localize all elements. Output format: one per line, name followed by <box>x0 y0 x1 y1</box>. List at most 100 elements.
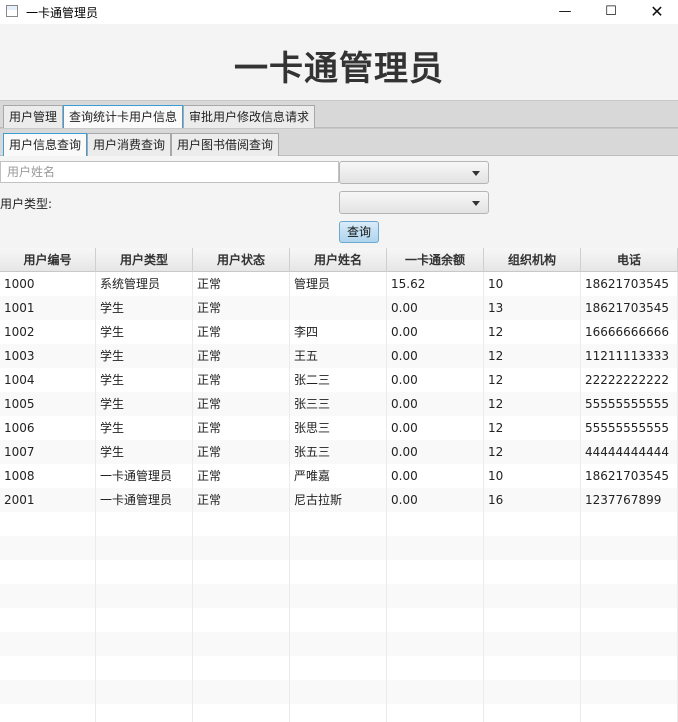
table-cell: 0.00 <box>387 488 484 512</box>
table-row[interactable]: 2001 一卡通管理员 正常 尼古拉斯 0.00 16 1237767899 <box>0 488 678 512</box>
table-row[interactable]: 1007 学生 正常 张五三 0.00 12 44444444444 <box>0 440 678 464</box>
table-cell <box>193 536 290 560</box>
table-cell <box>581 512 678 536</box>
table-cell: 1007 <box>0 440 96 464</box>
tab-query-statistics[interactable]: 查询统计卡用户信息 <box>63 105 184 128</box>
app-window-icon <box>6 5 18 17</box>
table-cell <box>387 656 484 680</box>
table-cell: 1008 <box>0 464 96 488</box>
table-cell: 正常 <box>193 320 290 344</box>
user-type-dropdown[interactable] <box>339 191 489 214</box>
table-cell <box>193 656 290 680</box>
chevron-down-icon <box>472 201 480 206</box>
page-title: 一卡通管理员 <box>234 49 444 89</box>
name-filter-dropdown[interactable] <box>339 161 489 184</box>
table-cell: 12 <box>484 392 581 416</box>
table-row[interactable]: 1006 学生 正常 张思三 0.00 12 55555555555 <box>0 416 678 440</box>
subtab-consumption-query[interactable]: 用户消费查询 <box>87 133 172 156</box>
table-cell: 1003 <box>0 344 96 368</box>
table-cell: 学生 <box>96 320 193 344</box>
table-cell <box>290 560 387 584</box>
table-cell: 0.00 <box>387 440 484 464</box>
table-cell: 严唯嘉 <box>290 464 387 488</box>
subtab-user-info-query[interactable]: 用户信息查询 <box>3 133 88 156</box>
table-cell: 学生 <box>96 344 193 368</box>
user-type-label: 用户类型: <box>0 197 53 211</box>
table-cell <box>0 704 96 722</box>
empty-table-row <box>0 584 678 608</box>
empty-table-row <box>0 536 678 560</box>
table-cell <box>96 680 193 704</box>
table-cell: 10 <box>484 464 581 488</box>
table-cell <box>0 512 96 536</box>
table-row[interactable]: 1003 学生 正常 王五 0.00 12 11211113333 <box>0 344 678 368</box>
table-cell <box>290 656 387 680</box>
table-cell <box>484 608 581 632</box>
empty-table-row <box>0 512 678 536</box>
table-cell: 1005 <box>0 392 96 416</box>
tab-user-management[interactable]: 用户管理 <box>3 105 64 128</box>
table-cell <box>290 512 387 536</box>
column-header[interactable]: 用户类型 <box>96 248 193 272</box>
table-cell <box>484 536 581 560</box>
table-cell: 12 <box>484 368 581 392</box>
table-cell: 一卡通管理员 <box>96 464 193 488</box>
column-header[interactable]: 用户编号 <box>0 248 96 272</box>
table-row[interactable]: 1004 学生 正常 张二三 0.00 12 22222222222 <box>0 368 678 392</box>
table-cell <box>96 512 193 536</box>
table-cell: 18621703545 <box>581 272 678 296</box>
table-row[interactable]: 1002 学生 正常 李四 0.00 12 16666666666 <box>0 320 678 344</box>
table-cell: 11211113333 <box>581 344 678 368</box>
column-header[interactable]: 组织机构 <box>484 248 581 272</box>
table-cell <box>96 704 193 722</box>
table-cell <box>387 536 484 560</box>
table-cell <box>581 656 678 680</box>
empty-table-row <box>0 680 678 704</box>
table-cell: 正常 <box>193 416 290 440</box>
table-cell <box>581 584 678 608</box>
filter-panel: 用户类型: 查询 <box>0 156 678 248</box>
table-cell <box>96 536 193 560</box>
table-cell: 10 <box>484 272 581 296</box>
table-cell: 正常 <box>193 368 290 392</box>
column-header[interactable]: 用户姓名 <box>290 248 387 272</box>
table-cell <box>484 680 581 704</box>
table-cell <box>193 560 290 584</box>
table-cell: 12 <box>484 416 581 440</box>
user-name-input[interactable] <box>0 161 339 183</box>
table-row[interactable]: 1005 学生 正常 张三三 0.00 12 55555555555 <box>0 392 678 416</box>
table-row[interactable]: 1000 系统管理员 正常 管理员 15.62 10 18621703545 <box>0 272 678 296</box>
table-cell <box>387 632 484 656</box>
table-cell: 55555555555 <box>581 392 678 416</box>
table-cell: 0.00 <box>387 392 484 416</box>
column-header[interactable]: 一卡通余额 <box>387 248 484 272</box>
query-button[interactable]: 查询 <box>339 221 379 243</box>
table-cell <box>387 584 484 608</box>
maximize-icon[interactable]: ☐ <box>588 0 634 24</box>
minimize-icon[interactable]: — <box>542 0 588 24</box>
table-cell <box>581 680 678 704</box>
column-header[interactable]: 用户状态 <box>193 248 290 272</box>
table-cell <box>581 632 678 656</box>
table-cell: 学生 <box>96 368 193 392</box>
table-cell: 0.00 <box>387 344 484 368</box>
table-cell: 正常 <box>193 464 290 488</box>
table-cell <box>96 584 193 608</box>
table-cell <box>290 608 387 632</box>
table-cell <box>0 608 96 632</box>
table-row[interactable]: 1008 一卡通管理员 正常 严唯嘉 0.00 10 18621703545 <box>0 464 678 488</box>
table-cell <box>387 608 484 632</box>
table-row[interactable]: 1001 学生 正常 0.00 13 18621703545 <box>0 296 678 320</box>
table-cell <box>290 632 387 656</box>
table-cell: 正常 <box>193 296 290 320</box>
table-cell: 系统管理员 <box>96 272 193 296</box>
table-cell: 学生 <box>96 440 193 464</box>
table-cell: 正常 <box>193 392 290 416</box>
table-cell <box>387 512 484 536</box>
subtab-book-borrow-query[interactable]: 用户图书借阅查询 <box>171 133 280 156</box>
close-icon[interactable]: ✕ <box>634 0 678 24</box>
empty-table-row <box>0 656 678 680</box>
column-header[interactable]: 电话 <box>581 248 678 272</box>
tab-approve-requests[interactable]: 审批用户修改信息请求 <box>183 105 316 128</box>
table-cell: 12 <box>484 440 581 464</box>
